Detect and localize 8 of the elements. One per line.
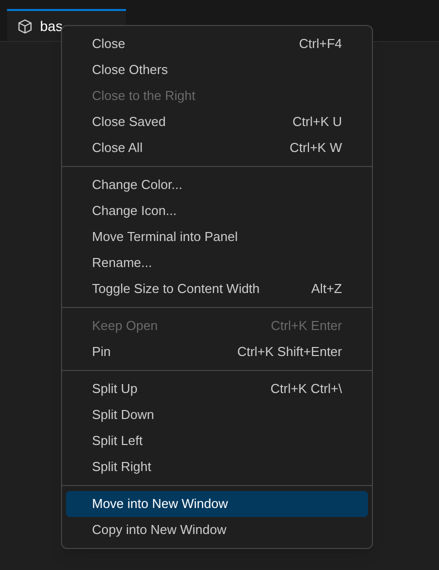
shortcut-label: Ctrl+K Ctrl+\ (270, 380, 342, 398)
shortcut-label: Ctrl+K Shift+Enter (237, 343, 342, 362)
tab-label: bas (40, 16, 63, 36)
shortcut-label: Ctrl+K U (292, 113, 342, 132)
shortcut-label: Ctrl+K W (290, 139, 342, 158)
shortcut-label: Ctrl+K Enter (270, 317, 342, 336)
shortcut-label: Alt+Z (311, 280, 342, 298)
shortcut-label: Ctrl+F4 (299, 35, 342, 54)
